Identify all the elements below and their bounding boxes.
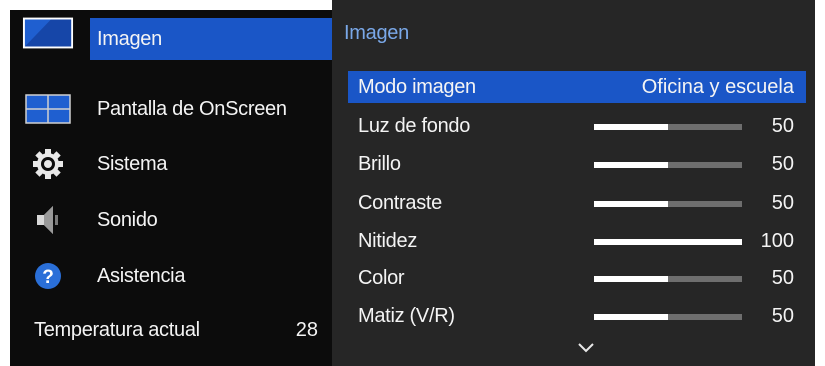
setting-value: Oficina y escuela: [641, 76, 794, 98]
setting-brillo[interactable]: Brillo 50: [348, 148, 806, 180]
setting-label: Matiz (V/R): [358, 305, 455, 327]
setting-label: Color: [358, 267, 405, 289]
level-bar: [594, 276, 742, 282]
menu-item-label: Sonido: [97, 209, 158, 231]
svg-text:?: ?: [42, 267, 54, 288]
setting-value: 50: [771, 192, 794, 214]
level-bar: [594, 124, 742, 130]
setting-contraste[interactable]: Contraste 50: [348, 187, 806, 219]
chevron-down-icon[interactable]: [576, 340, 596, 356]
level-bar: [594, 239, 742, 245]
menu-item-label: Imagen: [90, 18, 332, 60]
setting-matiz[interactable]: Matiz (V/R) 50: [348, 300, 806, 332]
menu-item-sistema[interactable]: Sistema: [10, 141, 332, 187]
onscreen-display-icon: [22, 93, 74, 125]
menu-item-imagen[interactable]: Imagen: [10, 10, 332, 60]
setting-luz-de-fondo[interactable]: Luz de fondo 50: [348, 110, 806, 142]
main-menu: Imagen Pantalla de OnScreen Sistema Soni…: [10, 10, 332, 366]
help-icon: ?: [22, 260, 74, 292]
setting-label: Modo imagen: [358, 76, 476, 98]
menu-item-label: Pantalla de OnScreen: [97, 98, 287, 120]
level-bar: [594, 314, 742, 320]
menu-item-pantalla-onscreen[interactable]: Pantalla de OnScreen: [10, 86, 332, 132]
temperature-label: Temperatura actual: [34, 319, 200, 341]
menu-item-sonido[interactable]: Sonido: [10, 197, 332, 243]
setting-label: Nitidez: [358, 230, 418, 252]
imagen-submenu: Imagen Modo imagen Oficina y escuela Luz…: [332, 0, 815, 366]
temperature-value: 28: [295, 319, 318, 341]
setting-value: 100: [760, 230, 794, 252]
setting-modo-imagen[interactable]: Modo imagen Oficina y escuela: [348, 71, 806, 103]
speaker-icon: [22, 204, 74, 236]
gear-icon: [22, 148, 74, 180]
current-temperature: Temperatura actual 28: [10, 310, 332, 350]
setting-value: 50: [771, 267, 794, 289]
setting-label: Brillo: [358, 153, 401, 175]
level-bar: [594, 201, 742, 207]
setting-value: 50: [771, 115, 794, 137]
picture-icon: [22, 17, 74, 49]
submenu-title: Imagen: [344, 22, 409, 44]
menu-item-label: Sistema: [97, 153, 168, 175]
setting-value: 50: [771, 153, 794, 175]
menu-item-label: Asistencia: [97, 265, 186, 287]
setting-label: Luz de fondo: [358, 115, 471, 137]
level-bar: [594, 162, 742, 168]
setting-color[interactable]: Color 50: [348, 262, 806, 294]
setting-value: 50: [771, 305, 794, 327]
setting-label: Contraste: [358, 192, 443, 214]
menu-item-asistencia[interactable]: ? Asistencia: [10, 253, 332, 299]
setting-nitidez[interactable]: Nitidez 100: [348, 225, 806, 257]
